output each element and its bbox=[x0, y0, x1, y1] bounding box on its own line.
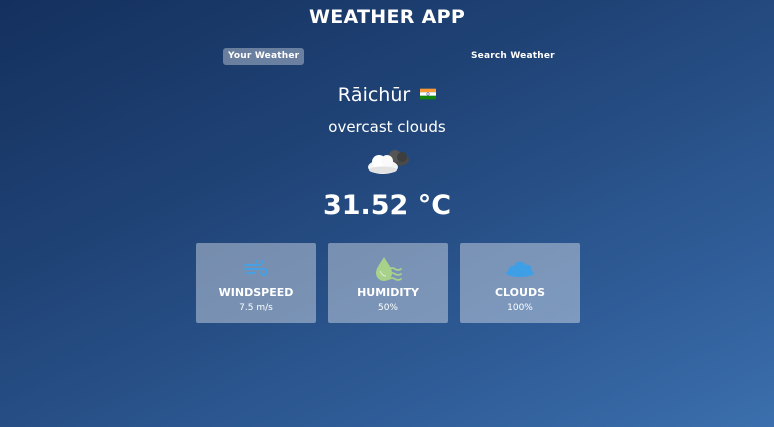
india-flag-icon bbox=[420, 88, 437, 99]
app-title: WEATHER APP bbox=[308, 6, 466, 28]
windspeed-card: WINDSPEED 7.5 m/s bbox=[196, 243, 316, 323]
city-row: Rāichūr bbox=[0, 84, 774, 106]
clouds-value: 100% bbox=[507, 303, 533, 313]
clouds-card: CLOUDS 100% bbox=[460, 243, 580, 323]
humidity-value: 50% bbox=[377, 303, 398, 313]
humidity-icon bbox=[376, 257, 402, 281]
tab-your-weather[interactable]: Your Weather bbox=[223, 48, 305, 65]
clouds-icon bbox=[506, 261, 534, 277]
temperature: 31.52 °C bbox=[322, 190, 452, 221]
tab-search-weather[interactable]: Search Weather bbox=[466, 48, 560, 65]
clouds-label: CLOUDS bbox=[494, 286, 546, 299]
windspeed-label: WINDSPEED bbox=[218, 286, 294, 299]
humidity-label: HUMIDITY bbox=[357, 286, 419, 299]
windspeed-value: 7.5 m/s bbox=[239, 303, 273, 313]
city-name: Rāichūr bbox=[337, 84, 411, 106]
overcast-clouds-icon bbox=[368, 150, 409, 174]
humidity-card: HUMIDITY 50% bbox=[328, 243, 448, 323]
wind-icon bbox=[244, 260, 268, 276]
weather-description: overcast clouds bbox=[328, 118, 446, 136]
